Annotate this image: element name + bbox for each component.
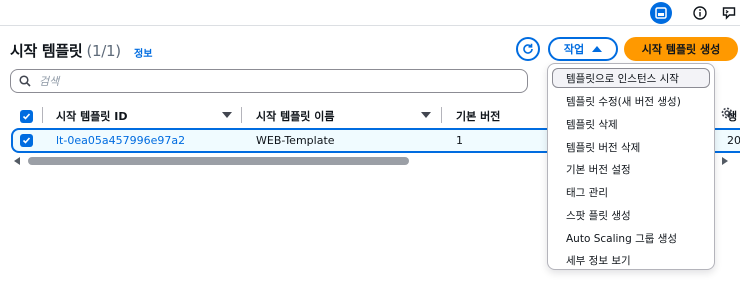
column-divider <box>42 107 43 123</box>
top-bar <box>0 0 740 26</box>
search-box[interactable] <box>10 69 528 93</box>
info-icon[interactable] <box>689 2 711 24</box>
column-header-id[interactable]: 시작 템플릿 ID <box>56 108 127 124</box>
create-launch-template-button[interactable]: 시작 템플릿 생성 <box>624 37 738 61</box>
menu-item-delete-version[interactable]: 템플릿 버전 삭제 <box>566 140 640 155</box>
menu-item-set-default-version[interactable]: 기본 버전 설정 <box>566 162 631 177</box>
select-all-checkbox[interactable] <box>20 110 33 123</box>
sort-caret-icon[interactable] <box>222 112 232 118</box>
menu-item-launch-instance[interactable]: 템플릿으로 인스턴스 시작 <box>566 71 679 86</box>
scroll-left-arrow[interactable] <box>14 157 20 165</box>
search-icon <box>19 75 31 87</box>
template-name: WEB-Template <box>256 134 335 147</box>
menu-item-create-spot-fleet[interactable]: 스팟 플릿 생성 <box>566 208 631 223</box>
actions-button-label: 작업 <box>563 43 585 56</box>
item-count: (1/1) <box>86 42 121 60</box>
feedback-icon[interactable] <box>718 2 740 24</box>
column-header-name[interactable]: 시작 템플릿 이름 <box>256 108 335 124</box>
menu-item-create-auto-scaling-group[interactable]: Auto Scaling 그룹 생성 <box>566 231 677 246</box>
gear-icon[interactable] <box>720 105 734 124</box>
menu-item-manage-tags[interactable]: 태그 관리 <box>566 185 608 200</box>
default-version: 1 <box>456 134 463 147</box>
caret-up-icon <box>592 46 603 52</box>
search-input[interactable] <box>39 74 499 88</box>
column-divider[interactable] <box>241 107 242 123</box>
refresh-button[interactable] <box>516 37 540 61</box>
actions-button[interactable]: 작업 <box>548 37 618 61</box>
panel-icon[interactable] <box>650 2 672 24</box>
row-checkbox[interactable] <box>20 134 33 147</box>
sort-caret-icon[interactable] <box>421 112 431 118</box>
horizontal-scrollbar-thumb[interactable] <box>28 157 409 165</box>
template-id-link[interactable]: lt-0ea05a457996e97a2 <box>56 134 185 147</box>
menu-item-delete-template[interactable]: 템플릿 삭제 <box>566 117 618 132</box>
column-divider[interactable] <box>441 107 442 123</box>
created-time: 20 <box>727 134 740 147</box>
menu-item-view-details[interactable]: 세부 정보 보기 <box>566 253 631 268</box>
page-title-text: 시작 템플릿 <box>10 42 83 60</box>
page-title: 시작 템플릿 (1/1) <box>10 40 121 61</box>
info-link[interactable]: 정보 <box>134 45 152 60</box>
scroll-right-arrow[interactable] <box>722 157 728 165</box>
actions-dropdown-menu: 템플릿으로 인스턴스 시작 템플릿 수정(새 버전 생성) 템플릿 삭제 템플릿… <box>547 63 715 270</box>
menu-item-modify-template[interactable]: 템플릿 수정(새 버전 생성) <box>566 94 681 109</box>
column-header-default-version[interactable]: 기본 버전 <box>456 108 500 124</box>
refresh-icon <box>523 43 533 54</box>
